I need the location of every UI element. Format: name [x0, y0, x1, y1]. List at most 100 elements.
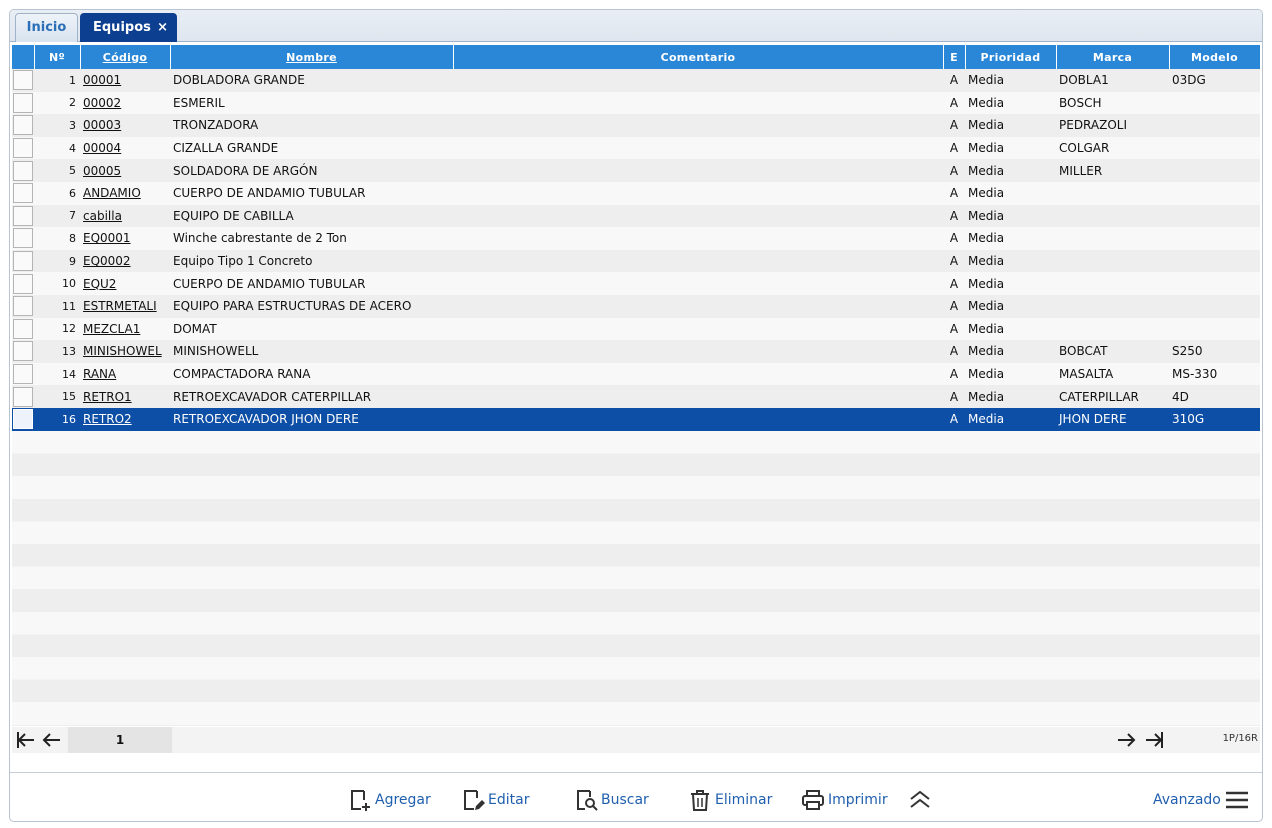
row-checkbox[interactable]	[13, 386, 33, 407]
row-select-cell[interactable]	[12, 136, 34, 160]
cell-modelo	[1169, 249, 1260, 273]
row-checkbox[interactable]	[13, 296, 33, 317]
next-page-icon[interactable]	[1114, 727, 1138, 753]
row-checkbox[interactable]	[13, 318, 33, 339]
row-select-cell[interactable]	[12, 272, 34, 295]
row-checkbox[interactable]	[13, 115, 33, 136]
search-doc-icon	[574, 788, 598, 812]
cell-codigo[interactable]: EQU2	[80, 272, 170, 295]
table-row[interactable]: 16 RETRO2 RETROEXCAVADOR JHON DERE A Media JH…	[12, 407, 1260, 431]
cell-codigo[interactable]: RETRO2	[80, 407, 170, 431]
table-row[interactable]: 13 MINISHOWEL MINISHOWELL A Media BOBCAT S250	[12, 340, 1260, 363]
row-checkbox[interactable]	[13, 183, 33, 204]
cell-codigo[interactable]: MINISHOWEL	[80, 340, 170, 363]
table-row[interactable]: 9 EQ0002 Equipo Tipo 1 Concreto A Media	[12, 249, 1260, 273]
row-checkbox[interactable]	[13, 160, 33, 181]
last-page-icon[interactable]	[1142, 727, 1166, 753]
row-select-cell[interactable]	[12, 385, 34, 408]
table-row[interactable]: 7 cabilla EQUIPO DE CABILLA A Media	[12, 204, 1260, 228]
cell-prioridad: Media	[965, 272, 1056, 295]
row-checkbox[interactable]	[13, 364, 33, 385]
page-number[interactable]: 1	[68, 727, 172, 753]
cell-codigo[interactable]: 00005	[80, 159, 170, 182]
cell-codigo[interactable]: ANDAMIO	[80, 181, 170, 205]
row-select-cell[interactable]	[12, 91, 34, 115]
table-row[interactable]: 15 RETRO1 RETROEXCAVADOR CATERPILLAR A Media…	[12, 385, 1260, 408]
collapse-button[interactable]	[908, 787, 932, 813]
cell-codigo[interactable]: 00004	[80, 136, 170, 160]
cell-marca: CATERPILLAR	[1056, 385, 1169, 408]
table-row[interactable]: 14 RANA COMPACTADORA RANA A Media MASALTA MS-3…	[12, 362, 1260, 386]
row-checkbox[interactable]	[13, 341, 33, 362]
cell-modelo	[1169, 204, 1260, 228]
cell-codigo[interactable]: RETRO1	[80, 385, 170, 408]
cell-modelo	[1169, 159, 1260, 182]
close-icon[interactable]: ×	[157, 14, 168, 42]
table-row[interactable]: 8 EQ0001 Winche cabrestante de 2 Ton A Media	[12, 227, 1260, 250]
table-row[interactable]: 4 00004 CIZALLA GRANDE A Media COLGAR	[12, 136, 1260, 160]
row-checkbox[interactable]	[13, 70, 33, 91]
cell-num: 1	[34, 69, 80, 92]
cell-codigo[interactable]: 00001	[80, 69, 170, 92]
row-select-cell[interactable]	[12, 294, 34, 318]
table-row[interactable]: 12 MEZCLA1 DOMAT A Media	[12, 317, 1260, 341]
cell-codigo[interactable]: EQ0002	[80, 249, 170, 273]
cell-e: A	[943, 159, 965, 182]
cell-nombre: DOBLADORA GRANDE	[170, 69, 453, 92]
table-row[interactable]: 1 00001 DOBLADORA GRANDE A Media DOBLA1 03DG	[12, 69, 1260, 92]
cell-prioridad: Media	[965, 362, 1056, 386]
table-row[interactable]: 5 00005 SOLDADORA DE ARGÓN A Media MILLER	[12, 159, 1260, 182]
cell-codigo[interactable]: ESTRMETALI	[80, 294, 170, 318]
cell-comentario	[453, 227, 943, 250]
table-row[interactable]: 11 ESTRMETALI EQUIPO PARA ESTRUCTURAS DE A…	[12, 294, 1260, 318]
table-row[interactable]: 3 00003 TRONZADORA A Media PEDRAZOLI	[12, 114, 1260, 137]
cell-codigo[interactable]: RANA	[80, 362, 170, 386]
cell-codigo[interactable]: cabilla	[80, 204, 170, 228]
table-row[interactable]: 6 ANDAMIO CUERPO DE ANDAMIO TUBULAR A Media	[12, 181, 1260, 205]
eliminar-button[interactable]: Eliminar	[688, 787, 772, 813]
cell-modelo: MS-330	[1169, 362, 1260, 386]
prev-page-icon[interactable]	[40, 727, 64, 753]
cell-codigo[interactable]: MEZCLA1	[80, 317, 170, 341]
editar-button[interactable]: Editar	[461, 787, 529, 813]
agregar-label: Agregar	[375, 792, 431, 808]
row-select-cell[interactable]	[12, 204, 34, 228]
cell-marca: COLGAR	[1056, 136, 1169, 160]
imprimir-button[interactable]: Imprimir	[801, 787, 888, 813]
row-checkbox[interactable]	[13, 251, 33, 272]
row-select-cell[interactable]	[12, 227, 34, 250]
row-select-cell[interactable]	[12, 114, 34, 137]
cell-codigo[interactable]: 00003	[80, 114, 170, 137]
row-checkbox[interactable]	[13, 138, 33, 159]
row-checkbox[interactable]	[13, 409, 33, 430]
row-select-cell[interactable]	[12, 340, 34, 363]
row-select-cell[interactable]	[12, 181, 34, 205]
row-select-cell[interactable]	[12, 159, 34, 182]
row-select-cell[interactable]	[12, 407, 34, 431]
add-doc-icon	[348, 788, 372, 812]
row-select-cell[interactable]	[12, 362, 34, 386]
cell-modelo: 4D	[1169, 385, 1260, 408]
cell-marca	[1056, 181, 1169, 205]
col-nombre[interactable]: Nombre	[170, 45, 454, 69]
col-codigo[interactable]: Código	[80, 45, 171, 69]
buscar-button[interactable]: Buscar	[574, 787, 649, 813]
avanzado-button[interactable]: Avanzado	[1153, 787, 1250, 813]
cell-num: 5	[34, 159, 80, 182]
table-row[interactable]: 2 00002 ESMERIL A Media BOSCH	[12, 91, 1260, 115]
row-select-cell[interactable]	[12, 249, 34, 273]
row-checkbox[interactable]	[13, 205, 33, 226]
cell-codigo[interactable]: 00002	[80, 91, 170, 115]
row-checkbox[interactable]	[13, 228, 33, 249]
tab-equipos[interactable]: Equipos ×	[80, 13, 177, 42]
table-row[interactable]: 10 EQU2 CUERPO DE ANDAMIO TUBULAR A Media	[12, 272, 1260, 295]
row-select-cell[interactable]	[12, 317, 34, 341]
row-checkbox[interactable]	[13, 92, 33, 113]
agregar-button[interactable]: Agregar	[348, 787, 431, 813]
cell-codigo[interactable]: EQ0001	[80, 227, 170, 250]
tab-inicio[interactable]: Inicio	[15, 13, 78, 42]
row-select-cell[interactable]	[12, 69, 34, 92]
row-checkbox[interactable]	[13, 273, 33, 294]
cell-prioridad: Media	[965, 181, 1056, 205]
first-page-icon[interactable]	[14, 727, 38, 753]
